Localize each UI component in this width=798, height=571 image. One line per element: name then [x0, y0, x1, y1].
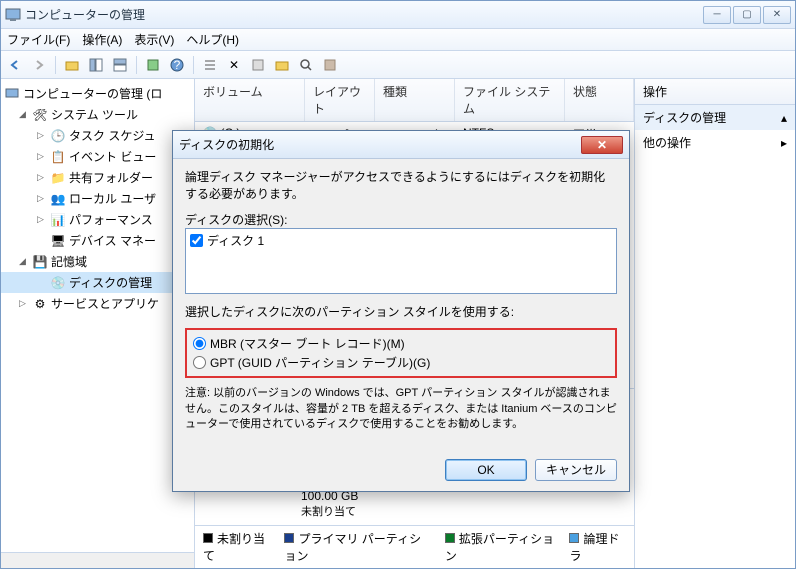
menu-help[interactable]: ヘルプ(H) [186, 31, 239, 48]
tree-shared[interactable]: ▷📁共有フォルダー [1, 167, 194, 188]
folder-icon: 📁 [51, 171, 65, 185]
search-icon[interactable] [296, 55, 316, 75]
tree-scrollbar[interactable] [1, 552, 194, 568]
window-title: コンピューターの管理 [25, 6, 703, 23]
menu-view[interactable]: 表示(V) [134, 31, 174, 48]
expand-icon[interactable]: ▷ [19, 298, 29, 309]
volume-header: ボリューム レイアウト 種類 ファイル システム 状態 [195, 79, 634, 122]
tree-device[interactable]: 🖥デバイス マネー [1, 230, 194, 251]
legend-logical-swatch [569, 533, 579, 543]
forward-button[interactable] [29, 55, 49, 75]
menubar: ファイル(F) 操作(A) 表示(V) ヘルプ(H) [1, 29, 795, 51]
computer-icon [5, 87, 19, 101]
delete-icon[interactable]: ✕ [224, 55, 244, 75]
mbr-radio[interactable] [193, 337, 206, 350]
svg-text:?: ? [174, 58, 181, 72]
col-type[interactable]: 種類 [375, 79, 455, 121]
tree-event[interactable]: ▷📋イベント ビュー [1, 146, 194, 167]
expand-icon[interactable]: ▷ [37, 130, 47, 141]
tree-task[interactable]: ▷🕒タスク スケジュ [1, 125, 194, 146]
toolbar: ? ✕ [1, 51, 795, 79]
help-icon[interactable]: ? [167, 55, 187, 75]
disk1-checkbox[interactable] [190, 234, 203, 247]
disk-select-list[interactable]: ディスク 1 [185, 228, 617, 294]
app-icon [5, 7, 21, 23]
menu-file[interactable]: ファイル(F) [7, 31, 70, 48]
legend-primary-swatch [284, 533, 294, 543]
gpt-radio-item[interactable]: GPT (GUID パーティション テーブル)(G) [193, 353, 609, 372]
open-icon[interactable] [272, 55, 292, 75]
expand-icon[interactable]: ▷ [37, 193, 47, 204]
collapse-icon[interactable]: ◢ [19, 109, 29, 120]
mbr-radio-item[interactable]: MBR (マスター ブート レコード)(M) [193, 334, 609, 353]
expand-icon[interactable]: ▷ [37, 172, 47, 183]
disk-icon: 💿 [51, 276, 65, 290]
perf-icon: 📊 [51, 213, 65, 227]
clock-icon: 🕒 [51, 129, 65, 143]
device-icon: 🖥 [51, 234, 65, 248]
legend-unalloc-swatch [203, 533, 213, 543]
actions-more[interactable]: 他の操作▸ [635, 130, 795, 155]
users-icon: 👥 [51, 192, 65, 206]
back-button[interactable] [5, 55, 25, 75]
legend-extended-swatch [445, 533, 455, 543]
actions-diskmgmt[interactable]: ディスクの管理▴ [635, 105, 795, 130]
legend: 未割り当て プライマリ パーティション 拡張パーティション 論理ドラ [195, 525, 634, 568]
init-disk-dialog: ディスクの初期化 ✕ 論理ディスク マネージャーがアクセスできるようにするにはデ… [172, 130, 630, 492]
disk-select-label: ディスクの選択(S): [185, 211, 617, 228]
dialog-message: 論理ディスク マネージャーがアクセスできるようにするにはディスクを初期化する必要… [185, 169, 617, 203]
col-fs[interactable]: ファイル システム [455, 79, 565, 121]
tree-users[interactable]: ▷👥ローカル ユーザ [1, 188, 194, 209]
event-icon: 📋 [51, 150, 65, 164]
dialog-close-button[interactable]: ✕ [581, 136, 623, 154]
list-icon[interactable] [200, 55, 220, 75]
properties-icon[interactable] [248, 55, 268, 75]
gpt-radio[interactable] [193, 356, 206, 369]
action-icon[interactable] [320, 55, 340, 75]
dialog-note: 注意: 以前のバージョンの Windows では、GPT パーティション スタイ… [185, 386, 617, 432]
dialog-title: ディスクの初期化 [179, 136, 274, 153]
tree-services[interactable]: ▷⚙サービスとアプリケ [1, 293, 194, 314]
services-icon: ⚙ [33, 297, 47, 311]
tree-root[interactable]: コンピューターの管理 (ロ [1, 83, 194, 104]
actions-pane: 操作 ディスクの管理▴ 他の操作▸ [635, 79, 795, 568]
collapse-icon[interactable]: ◢ [19, 256, 29, 267]
menu-action[interactable]: 操作(A) [82, 31, 122, 48]
tree-diskmgmt[interactable]: 💿ディスクの管理 [1, 272, 194, 293]
partition-style-group: MBR (マスター ブート レコード)(M) GPT (GUID パーティション… [185, 328, 617, 378]
expand-icon[interactable]: ▷ [37, 151, 47, 162]
partition-style-label: 選択したディスクに次のパーティション スタイルを使用する: [185, 304, 617, 321]
tree-perf[interactable]: ▷📊パフォーマンス [1, 209, 194, 230]
maximize-button[interactable]: ▢ [733, 6, 761, 24]
tree-storage[interactable]: ◢💾記憶域 [1, 251, 194, 272]
refresh-icon[interactable] [143, 55, 163, 75]
col-layout[interactable]: レイアウト [305, 79, 375, 121]
nav-tree: コンピューターの管理 (ロ ◢🛠システム ツール ▷🕒タスク スケジュ ▷📋イベ… [1, 79, 195, 568]
close-button[interactable]: ✕ [763, 6, 791, 24]
tree-systools[interactable]: ◢🛠システム ツール [1, 104, 194, 125]
col-status[interactable]: 状態 [565, 79, 634, 121]
disk-checkbox-item[interactable]: ディスク 1 [188, 231, 614, 250]
minimize-button[interactable]: ─ [703, 6, 731, 24]
tools-icon: 🛠 [33, 108, 47, 122]
view1-icon[interactable] [86, 55, 106, 75]
dialog-titlebar: ディスクの初期化 ✕ [173, 131, 629, 159]
expand-icon[interactable]: ▷ [37, 214, 47, 225]
collapse-icon: ▴ [781, 111, 787, 125]
cancel-button[interactable]: キャンセル [535, 459, 617, 481]
storage-icon: 💾 [33, 255, 47, 269]
view2-icon[interactable] [110, 55, 130, 75]
col-volume[interactable]: ボリューム [195, 79, 305, 121]
actions-header: 操作 [635, 79, 795, 105]
folder-icon[interactable] [62, 55, 82, 75]
titlebar: コンピューターの管理 ─ ▢ ✕ [1, 1, 795, 29]
expand-icon: ▸ [781, 136, 787, 150]
ok-button[interactable]: OK [445, 459, 527, 481]
